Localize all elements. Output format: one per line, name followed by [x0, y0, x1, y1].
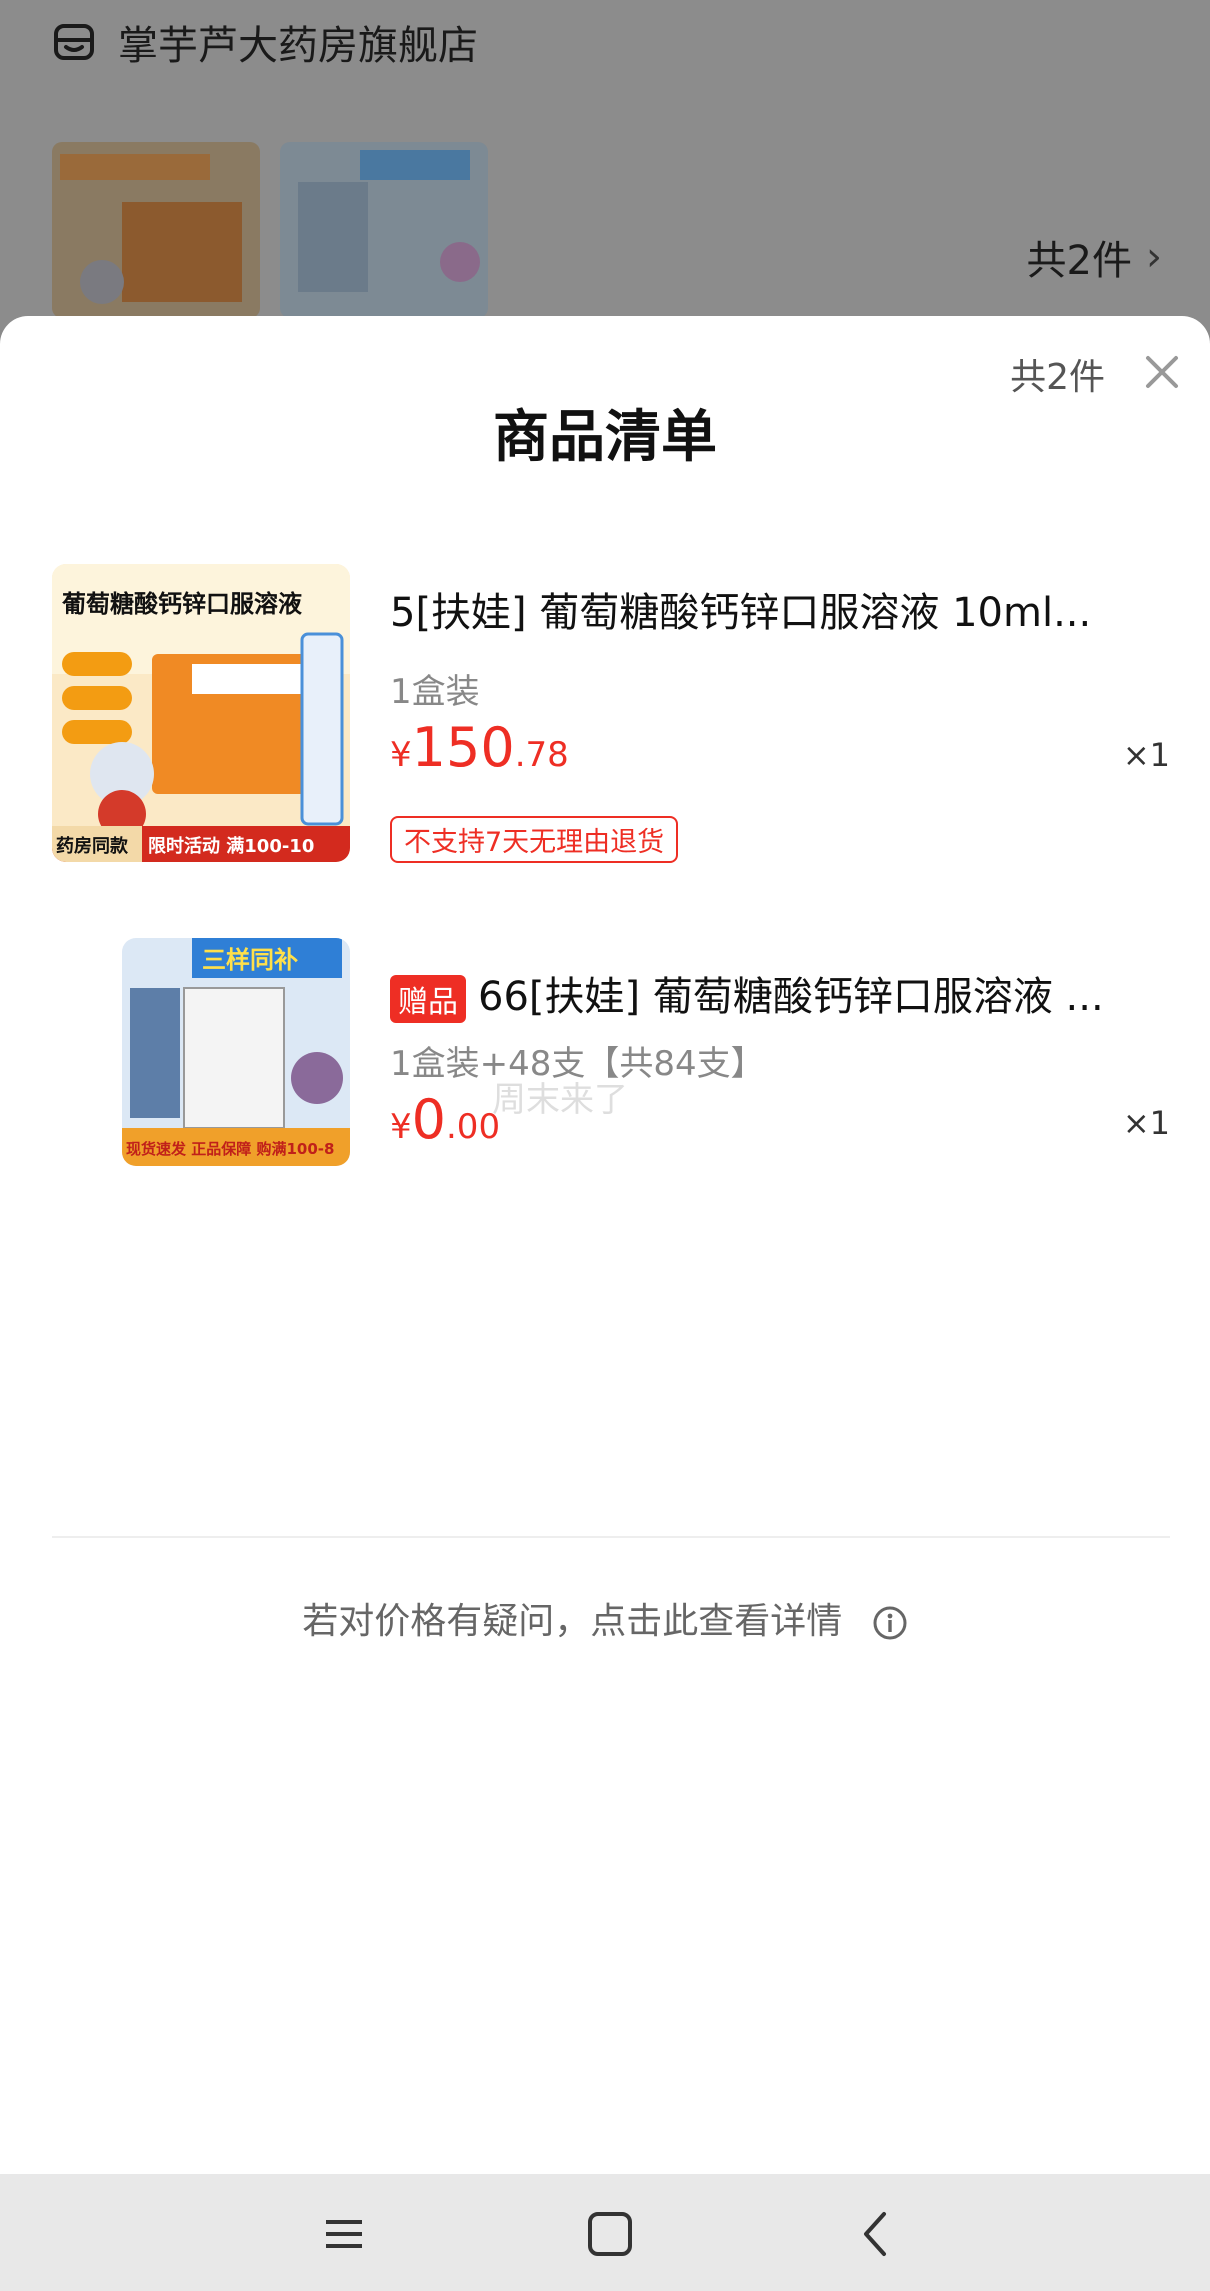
product-image-promo: 现货速发 正品保障 购满100-8 — [126, 1140, 334, 1158]
sheet-title: 商品清单 — [493, 405, 717, 470]
product-image[interactable]: 葡萄糖酸钙锌口服溶液 药房同款 限时活动 满100-10 — [52, 564, 350, 862]
background-item-count-label: 共2件 — [1026, 238, 1132, 284]
chevron-right-icon: › — [1146, 234, 1162, 280]
product-image-promo: 限时活动 满100-10 — [148, 835, 314, 857]
close-icon[interactable] — [1144, 354, 1180, 390]
product-title[interactable]: 赠品 66[扶娃] 葡萄糖酸钙锌口服溶液 ... — [390, 964, 1170, 1023]
product-price: ¥0.00 — [390, 1088, 500, 1151]
no-return-tag: 不支持7天无理由退货 — [390, 816, 679, 863]
background-product-thumb-2[interactable] — [280, 142, 488, 318]
background-item-count[interactable]: 共2件 › — [1027, 228, 1162, 286]
home-icon[interactable] — [580, 2204, 640, 2264]
list-item[interactable]: 三样同补 现货速发 正品保障 购满100-8 赠品 66[扶娃] 葡萄糖酸钙锌口服… — [0, 938, 1210, 1178]
price-integer: 0 — [411, 1088, 446, 1151]
product-image-text: 葡萄糖酸钙锌口服溶液 — [61, 590, 302, 618]
store-header[interactable]: 掌芋芦大药房旗舰店 — [52, 12, 478, 72]
price-currency: ¥ — [390, 1107, 412, 1147]
product-title[interactable]: 5[扶娃] 葡萄糖酸钙锌口服溶液 10ml... — [390, 580, 1170, 638]
product-list-sheet: 共2件 商品清单 葡萄糖酸钙锌口服溶液 药房同款 限时活动 满100-10 5[… — [0, 316, 1210, 2174]
store-name: 掌芋芦大药房旗舰店 — [118, 23, 478, 69]
product-title-text: 66[扶娃] 葡萄糖酸钙锌口服溶液 ... — [478, 974, 1104, 1020]
list-item[interactable]: 葡萄糖酸钙锌口服溶液 药房同款 限时活动 满100-10 5[扶娃] 葡萄糖酸钙… — [0, 564, 1210, 874]
price-decimal: .78 — [514, 735, 569, 775]
background-page: 掌芋芦大药房旗舰店 共2件 › — [0, 0, 1210, 330]
gift-badge: 赠品 — [390, 975, 466, 1023]
product-image-label: 药房同款 — [56, 835, 129, 857]
watermark: 周末来了 — [492, 1080, 628, 1120]
divider — [52, 1536, 1170, 1538]
store-icon — [54, 24, 94, 60]
product-spec: 1盒装 — [390, 672, 480, 712]
product-price: ¥150.78 — [390, 716, 569, 779]
background-product-thumb-1[interactable] — [52, 142, 260, 318]
back-icon[interactable] — [846, 2204, 906, 2264]
system-navigation-bar — [0, 2174, 1210, 2291]
price-integer: 150 — [411, 716, 515, 779]
product-quantity: ×1 — [1122, 736, 1170, 774]
menu-icon[interactable] — [314, 2204, 374, 2264]
price-currency: ¥ — [390, 735, 412, 775]
product-quantity: ×1 — [1122, 1104, 1170, 1142]
price-help-text: 若对价格有疑问，点击此查看详情 — [302, 1601, 843, 1642]
price-help-link[interactable]: 若对价格有疑问，点击此查看详情 — [0, 1592, 1210, 1644]
product-image[interactable]: 三样同补 现货速发 正品保障 购满100-8 — [122, 938, 350, 1166]
product-image-text: 三样同补 — [202, 946, 298, 974]
info-icon — [873, 1606, 907, 1640]
